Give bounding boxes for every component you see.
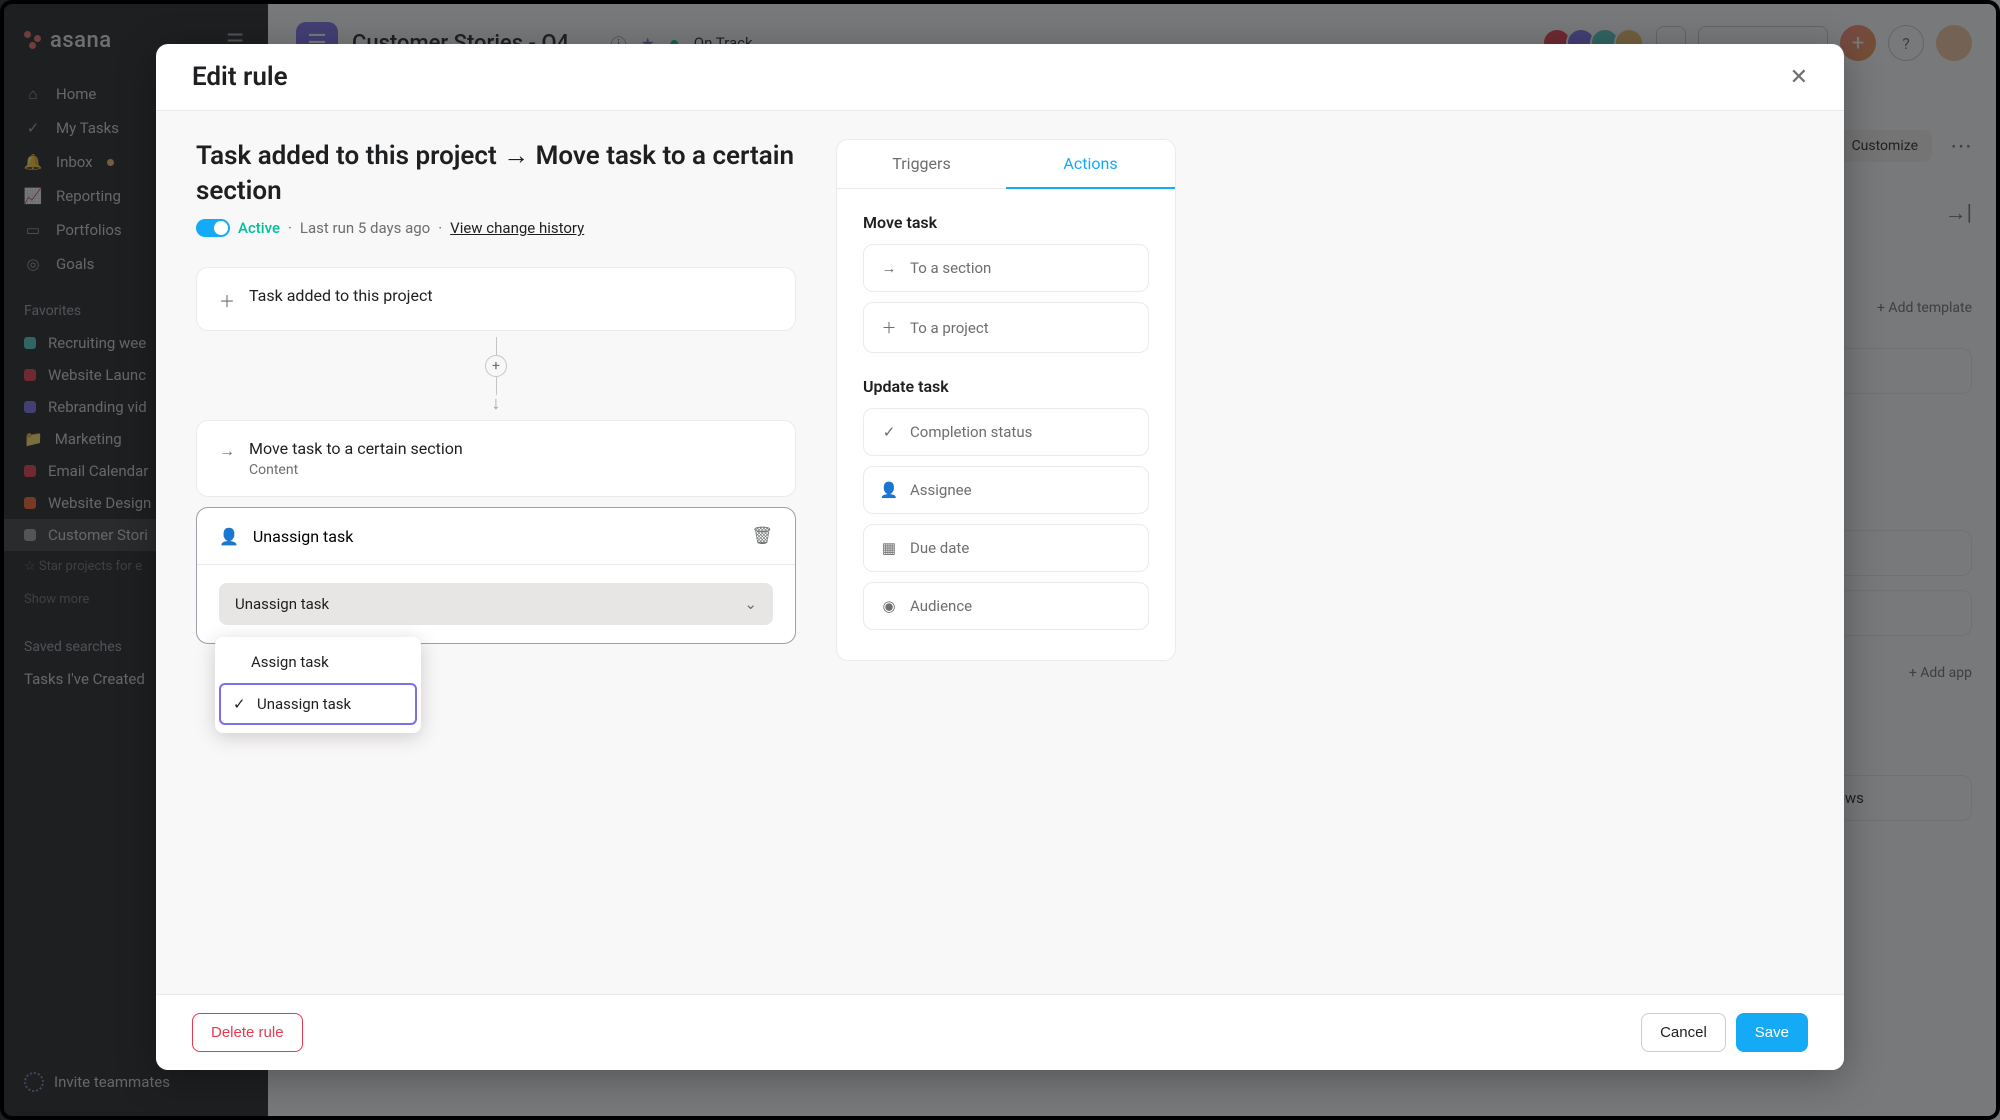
caret-circle-icon: ◉ <box>880 597 898 615</box>
add-step-button[interactable]: + <box>485 355 507 377</box>
flow-connector: + ↓ <box>196 331 796 420</box>
action-option-completion[interactable]: ✓ Completion status <box>863 408 1149 456</box>
action-option-duedate[interactable]: ▦ Due date <box>863 524 1149 572</box>
arrow-right-icon: → <box>219 441 235 461</box>
check-icon: ✓ <box>880 423 898 441</box>
opt-label: Assignee <box>910 481 972 499</box>
opt-label: Audience <box>910 597 972 615</box>
action-label: Move task to a certain section <box>249 439 463 458</box>
active-toggle[interactable] <box>196 219 230 237</box>
cancel-button[interactable]: Cancel <box>1641 1013 1726 1052</box>
delete-rule-button[interactable]: Delete rule <box>192 1013 303 1052</box>
opt-label: Completion status <box>910 423 1032 441</box>
tab-actions[interactable]: Actions <box>1006 140 1175 189</box>
dropdown-option-assign[interactable]: Assign task <box>215 643 421 681</box>
modal-header: Edit rule ✕ <box>156 44 1844 111</box>
opt-label: Due date <box>910 539 969 557</box>
rule-flow-panel: Task added to this project → Move task t… <box>196 139 796 966</box>
dropdown-option-unassign[interactable]: Unassign task <box>219 683 417 725</box>
actions-panel: Triggers Actions Move task → To a section… <box>836 139 1176 966</box>
last-run: Last run 5 days ago <box>300 219 430 237</box>
modal-title: Edit rule <box>192 62 288 92</box>
plus-icon: ＋ <box>880 317 898 338</box>
opt-label: To a project <box>910 319 989 337</box>
trigger-card[interactable]: ＋ Task added to this project <box>196 267 796 331</box>
rule-meta: Active · Last run 5 days ago · View chan… <box>196 219 796 237</box>
active-label: Active <box>238 219 280 237</box>
group-move-task: Move task <box>863 213 1149 232</box>
edit-rule-modal: Edit rule ✕ Task added to this project →… <box>156 44 1844 1070</box>
tab-triggers[interactable]: Triggers <box>837 140 1006 189</box>
opt-label: To a section <box>910 259 991 277</box>
calendar-icon: ▦ <box>880 539 898 557</box>
modal-footer: Delete rule Cancel Save <box>156 994 1844 1070</box>
arrow-right-icon: → <box>880 259 898 277</box>
arrow-down-icon: ↓ <box>492 393 501 414</box>
action-option-to-section[interactable]: → To a section <box>863 244 1149 292</box>
select-dropdown: Assign task Unassign task <box>215 637 421 733</box>
action-card-unassign: 👤 Unassign task 🗑 Unassign task ⌄ Assign… <box>196 507 796 644</box>
trigger-label: Task added to this project <box>249 286 433 305</box>
change-history-link[interactable]: View change history <box>450 219 584 237</box>
action-card-move[interactable]: → Move task to a certain section Content <box>196 420 796 497</box>
action-option-assignee[interactable]: 👤 Assignee <box>863 466 1149 514</box>
unassign-select[interactable]: Unassign task ⌄ <box>219 583 773 625</box>
person-icon: 👤 <box>219 527 239 546</box>
person-icon: 👤 <box>880 481 898 499</box>
action-option-to-project[interactable]: ＋ To a project <box>863 302 1149 353</box>
unassign-label: Unassign task <box>253 527 353 546</box>
action-sublabel: Content <box>249 462 463 478</box>
trash-icon[interactable]: 🗑 <box>751 526 773 546</box>
close-icon[interactable]: ✕ <box>1790 65 1808 90</box>
chevron-down-icon: ⌄ <box>744 595 757 613</box>
rule-title: Task added to this project → Move task t… <box>196 139 796 209</box>
save-button[interactable]: Save <box>1736 1013 1808 1052</box>
select-value: Unassign task <box>235 595 329 613</box>
group-update-task: Update task <box>863 377 1149 396</box>
action-option-audience[interactable]: ◉ Audience <box>863 582 1149 630</box>
plus-icon: ＋ <box>219 288 235 312</box>
